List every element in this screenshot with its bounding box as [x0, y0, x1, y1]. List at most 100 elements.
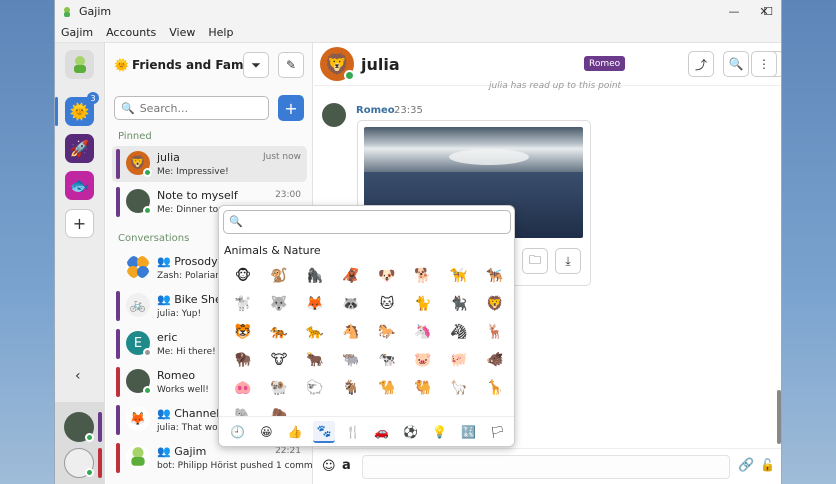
open-folder-button[interactable]: 🗀 — [522, 248, 548, 274]
emoji-item[interactable]: 🦒 — [477, 374, 513, 402]
emoji-category-tab[interactable]: 🍴 — [342, 421, 364, 443]
emoji-item[interactable]: 🐫 — [405, 374, 441, 402]
search-button[interactable]: 🔍 — [723, 51, 749, 77]
emoji-item[interactable]: 🐷 — [405, 346, 441, 374]
emoji-item[interactable]: 🐱 — [369, 290, 405, 318]
emoji-item[interactable]: 🐈 — [405, 290, 441, 318]
emoji-item[interactable]: 🐩 — [225, 290, 261, 318]
emoji-item[interactable]: 🐖 — [441, 346, 477, 374]
emoji-item[interactable]: 🐮 — [261, 346, 297, 374]
emoji-item[interactable]: 🦊 — [297, 290, 333, 318]
chat-name: 👥 Channel — [157, 407, 220, 420]
emoji-search-input[interactable]: 🔍 — [223, 210, 511, 234]
menu-help[interactable]: Help — [208, 26, 233, 39]
emoji-item[interactable]: 🐑 — [297, 374, 333, 402]
unread-badge: 3 — [87, 92, 99, 104]
menu-gajim[interactable]: Gajim — [61, 26, 93, 39]
chat-scrollbar[interactable] — [777, 390, 781, 444]
emoji-item[interactable]: 🐕 — [405, 262, 441, 290]
emoji-item[interactable]: 🐈‍⬛ — [441, 290, 477, 318]
emoji-item[interactable]: 🐵 — [225, 262, 261, 290]
attach-icon[interactable]: 🔗 — [738, 458, 754, 473]
chat-name: julia — [157, 151, 180, 164]
emoji-item[interactable]: 🦌 — [477, 318, 513, 346]
chat-name: 👥 Gajim — [157, 445, 207, 458]
emoji-item[interactable]: 🐆 — [297, 318, 333, 346]
emoji-category-tab[interactable]: 🐾 — [313, 420, 336, 443]
download-button[interactable]: ⤓ — [555, 248, 581, 274]
emoji-item[interactable]: 🐎 — [369, 318, 405, 346]
pencil-icon: ✎ — [285, 58, 297, 72]
emoji-item[interactable]: 🦍 — [297, 262, 333, 290]
share-button[interactable]: ⤴ — [688, 51, 714, 77]
message-sender: Romeo — [356, 105, 395, 116]
emoji-item[interactable]: 🐴 — [333, 318, 369, 346]
emoji-item[interactable]: 🐐 — [333, 374, 369, 402]
close-icon[interactable]: ✕ — [747, 0, 781, 23]
more-vertical-icon: ⋮ — [758, 57, 770, 71]
workspace-rocket[interactable]: 🚀 — [65, 134, 94, 163]
encryption-lock-icon[interactable]: 🔓 — [760, 458, 775, 472]
emoji-item[interactable]: 🐗 — [477, 346, 513, 374]
presence-online — [143, 168, 152, 177]
emoji-category-tab[interactable]: 👍 — [284, 421, 306, 443]
account-color-bar — [116, 149, 120, 179]
emoji-item[interactable]: 🐅 — [261, 318, 297, 346]
emoji-item[interactable]: 🐏 — [261, 374, 297, 402]
conversations-section-label: Conversations — [118, 233, 190, 244]
emoji-item[interactable]: 🦮 — [441, 262, 477, 290]
emoji-category-tab[interactable]: 😀 — [255, 421, 277, 443]
emoji-category-tab[interactable]: 💡 — [429, 421, 451, 443]
pinned-section-label: Pinned — [118, 131, 152, 142]
message-input[interactable] — [362, 455, 730, 479]
emoji-item[interactable]: 🐽 — [225, 374, 261, 402]
message-time: 23:35 — [394, 105, 423, 116]
emoji-item[interactable]: 🦧 — [333, 262, 369, 290]
emoji-item[interactable]: 🐶 — [369, 262, 405, 290]
menu-bar: Gajim Accounts View Help — [55, 23, 781, 43]
menu-view[interactable]: View — [169, 26, 195, 39]
account-color-bar — [116, 291, 120, 321]
emoji-category-tab[interactable]: 🏳 — [486, 421, 508, 443]
workspace-fish[interactable]: 🐟 — [65, 171, 94, 200]
emoji-category-tab[interactable]: 🕘 — [226, 421, 248, 443]
emoji-item[interactable]: 🦁 — [477, 290, 513, 318]
emoji-category-tab[interactable]: ⚽ — [400, 421, 422, 443]
chat-row-julia[interactable]: 🦁 julia Me: Impressive! Just now — [112, 146, 307, 182]
menu-accounts[interactable]: Accounts — [106, 26, 156, 39]
filter-button[interactable]: ⏷ — [243, 52, 269, 78]
emoji-item[interactable]: 🐂 — [297, 346, 333, 374]
emoji-category-tab[interactable]: 🚗 — [371, 421, 393, 443]
message-composer: ☺ a 🔗 🔓 — [314, 448, 781, 484]
emoji-item[interactable]: 🐪 — [369, 374, 405, 402]
emoji-item[interactable]: 🦙 — [441, 374, 477, 402]
emoji-item[interactable]: 🐕‍🦺 — [477, 262, 513, 290]
emoji-item[interactable]: 🦝 — [333, 290, 369, 318]
chat-search-input[interactable]: 🔍 Search... — [114, 96, 269, 120]
workspace-friends-and-family[interactable]: 🌞 3 — [65, 92, 99, 126]
chat-time: Just now — [262, 152, 301, 162]
emoji-grid: 🐵 🐒 🦍 🦧 🐶 🐕 🦮 🐕‍🦺 🐩 🐺 🦊 🦝 🐱 🐈 🐈‍⬛ 🦁 🐯 🐅 🐆 🐴 🐎 🦄 🦓 🦌 🦬 🐮 🐂 🐃 🐄 🐷 🐖 🐗 🐽 🐏 🐑 🐐… — [225, 262, 513, 430]
add-workspace-button[interactable]: + — [65, 209, 94, 238]
account-color-bar — [116, 367, 120, 397]
emoji-item[interactable]: 🦬 — [225, 346, 261, 374]
account-strip — [55, 402, 105, 484]
chevron-left-icon[interactable]: ‹ — [75, 368, 81, 384]
workspace-gajim[interactable] — [65, 50, 94, 79]
emoji-button-icon[interactable]: ☺ — [322, 459, 336, 474]
format-text-icon[interactable]: a — [342, 458, 351, 473]
minimize-icon[interactable]: — — [717, 0, 751, 23]
emoji-item[interactable]: 🦄 — [405, 318, 441, 346]
emoji-item[interactable]: 🐯 — [225, 318, 261, 346]
emoji-item[interactable]: 🐃 — [333, 346, 369, 374]
emoji-item[interactable]: 🐺 — [261, 290, 297, 318]
chat-name: eric — [157, 331, 178, 344]
emoji-item[interactable]: 🦓 — [441, 318, 477, 346]
emoji-category-tab[interactable]: 🔣 — [458, 421, 480, 443]
compose-button[interactable]: ✎ — [278, 52, 304, 78]
more-options-button[interactable]: ⋮ — [751, 51, 777, 77]
start-chat-button[interactable]: + — [278, 95, 304, 121]
emoji-item[interactable]: 🐄 — [369, 346, 405, 374]
emoji-item[interactable]: 🐒 — [261, 262, 297, 290]
chat-preview: Me: Hi there! — [157, 347, 216, 357]
